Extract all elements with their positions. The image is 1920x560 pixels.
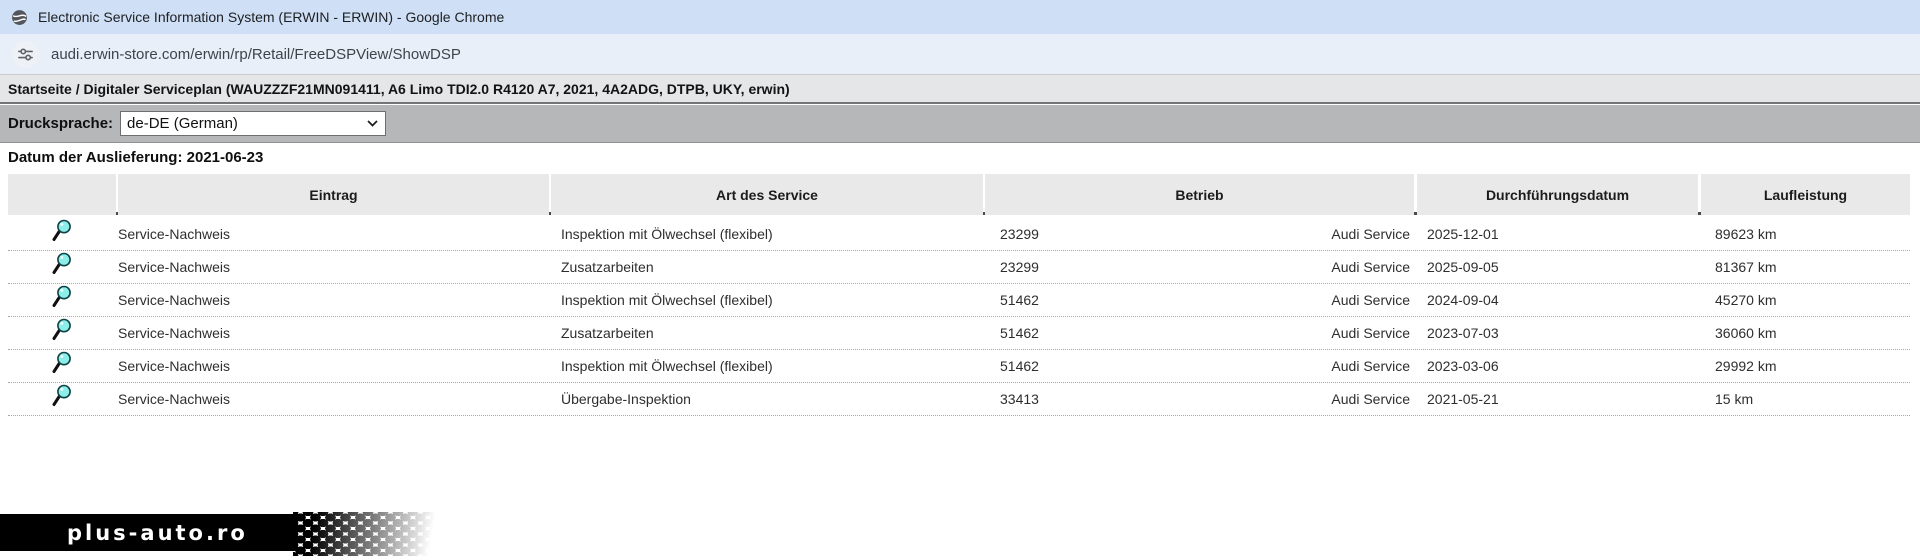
date-cell: 2023-03-06 <box>1427 358 1499 374</box>
service-type-cell: Zusatzarbeiten <box>561 325 654 341</box>
entry-cell: Service-Nachweis <box>118 226 231 242</box>
betrieb-name: Audi Service <box>1331 358 1410 374</box>
watermark-text: plus-auto.ro <box>67 520 248 545</box>
betrieb-number: 23299 <box>1000 259 1039 275</box>
mileage-cell: 45270 km <box>1715 292 1777 308</box>
date-cell: 2024-09-04 <box>1427 292 1499 308</box>
site-settings-tune-icon[interactable] <box>12 40 39 68</box>
print-language-label: Drucksprache: <box>8 115 114 132</box>
magnifier-icon[interactable] <box>51 350 91 383</box>
mileage-cell: 36060 km <box>1715 325 1777 341</box>
watermark-banner: plus-auto.ro <box>0 514 296 551</box>
betrieb-number: 51462 <box>1000 325 1039 341</box>
date-cell: 2025-09-05 <box>1427 259 1499 275</box>
service-type-cell: Übergabe-Inspektion <box>561 391 691 407</box>
table-row: Service-Nachweis Zusatzarbeiten 23299 Au… <box>8 251 1910 284</box>
table-row: Service-Nachweis Übergabe-Inspektion 334… <box>8 383 1910 416</box>
service-type-cell: Zusatzarbeiten <box>561 259 654 275</box>
betrieb-number: 51462 <box>1000 358 1039 374</box>
delivery-date-text: Datum der Auslieferung: 2021-06-23 <box>8 149 264 166</box>
betrieb-cell: 51462 Audi Service <box>985 350 1414 383</box>
magnifier-icon[interactable] <box>51 383 91 416</box>
table-body: Service-Nachweis Inspektion mit Ölwechse… <box>8 218 1910 416</box>
magnifier-icon[interactable] <box>51 251 91 284</box>
url-text[interactable]: audi.erwin-store.com/erwin/rp/Retail/Fre… <box>51 46 461 63</box>
breadcrumb-bar: Startseite / Digitaler Serviceplan (WAUZ… <box>0 74 1920 104</box>
mileage-cell: 89623 km <box>1715 226 1777 242</box>
betrieb-name: Audi Service <box>1331 325 1410 341</box>
table-row: Service-Nachweis Inspektion mit Ölwechse… <box>8 284 1910 317</box>
entry-cell: Service-Nachweis <box>118 325 231 341</box>
betrieb-number: 33413 <box>1000 391 1039 407</box>
column-header-datum: Durchführungsdatum <box>1417 174 1698 215</box>
print-language-select[interactable]: de-DE (German) <box>120 111 387 136</box>
mileage-cell: 15 km <box>1715 391 1754 407</box>
table-row: Service-Nachweis Inspektion mit Ölwechse… <box>8 218 1910 251</box>
entry-cell: Service-Nachweis <box>118 358 231 374</box>
entry-cell: Service-Nachweis <box>118 259 231 275</box>
entry-cell: Service-Nachweis <box>118 391 231 407</box>
chevron-down-icon <box>367 120 378 127</box>
service-type-cell: Inspektion mit Ölwechsel (flexibel) <box>561 358 773 374</box>
entry-cell: Service-Nachweis <box>118 292 231 308</box>
service-table-header: Eintrag Art des Service Betrieb Durchfüh… <box>8 174 1910 215</box>
address-bar[interactable]: audi.erwin-store.com/erwin/rp/Retail/Fre… <box>0 34 1920 74</box>
window-titlebar: Electronic Service Information System (E… <box>0 0 1920 34</box>
table-row: Service-Nachweis Zusatzarbeiten 51462 Au… <box>8 317 1910 350</box>
globe-icon <box>11 9 28 26</box>
betrieb-cell: 51462 Audi Service <box>985 317 1414 350</box>
betrieb-cell: 23299 Audi Service <box>985 218 1414 251</box>
column-header-service: Art des Service <box>551 174 983 215</box>
date-cell: 2023-07-03 <box>1427 325 1499 341</box>
magnifier-icon[interactable] <box>51 317 91 350</box>
service-type-cell: Inspektion mit Ölwechsel (flexibel) <box>561 226 773 242</box>
halftone-pattern <box>293 512 441 556</box>
betrieb-cell: 33413 Audi Service <box>985 383 1414 416</box>
mileage-cell: 81367 km <box>1715 259 1777 275</box>
service-type-cell: Inspektion mit Ölwechsel (flexibel) <box>561 292 773 308</box>
magnifier-icon[interactable] <box>51 218 91 251</box>
betrieb-number: 51462 <box>1000 292 1039 308</box>
betrieb-name: Audi Service <box>1331 292 1410 308</box>
column-header-betrieb: Betrieb <box>985 174 1414 215</box>
betrieb-name: Audi Service <box>1331 226 1410 242</box>
breadcrumb: Startseite / Digitaler Serviceplan (WAUZ… <box>8 80 790 97</box>
date-cell: 2025-12-01 <box>1427 226 1499 242</box>
betrieb-name: Audi Service <box>1331 391 1410 407</box>
column-header-icon <box>8 174 116 215</box>
window-title: Electronic Service Information System (E… <box>38 9 505 25</box>
column-header-laufleistung: Laufleistung <box>1701 174 1910 215</box>
magnifier-icon[interactable] <box>51 284 91 317</box>
column-header-eintrag: Eintrag <box>118 174 549 215</box>
betrieb-cell: 23299 Audi Service <box>985 251 1414 284</box>
print-language-selected-value: de-DE (German) <box>127 115 238 132</box>
print-language-toolbar: Drucksprache: de-DE (German) <box>0 105 1920 143</box>
betrieb-number: 23299 <box>1000 226 1039 242</box>
betrieb-name: Audi Service <box>1331 259 1410 275</box>
betrieb-cell: 51462 Audi Service <box>985 284 1414 317</box>
mileage-cell: 29992 km <box>1715 358 1777 374</box>
date-cell: 2021-05-21 <box>1427 391 1499 407</box>
table-row: Service-Nachweis Inspektion mit Ölwechse… <box>8 350 1910 383</box>
